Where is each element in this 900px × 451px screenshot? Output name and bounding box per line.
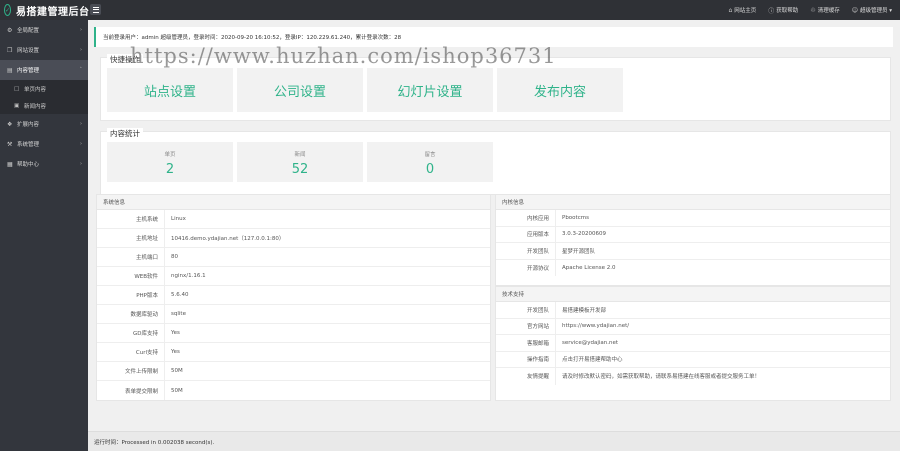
logo[interactable]: ✓ 易搭建管理后台 [0, 0, 90, 20]
login-info-bar: 当前登录用户：admin 超级管理员，登录时间：2020-09-20 16:10… [94, 27, 893, 47]
table-row: 客服邮箱 service@ydajian.net [496, 335, 890, 352]
sidebar-item-content[interactable]: ▤ 内容管理 ˄ [0, 60, 88, 80]
sidebar-item-help[interactable]: ▦ 帮助中心 › [0, 154, 88, 174]
stat-value: 52 [291, 162, 309, 177]
chevron-right-icon: › [80, 27, 82, 33]
table-row: GD库支持 Yes [97, 324, 490, 343]
sidebar-item-system[interactable]: ⚒ 系统管理 › [0, 134, 88, 154]
chevron-right-icon: › [80, 121, 82, 127]
stat-label: 留言 [424, 152, 436, 158]
home-icon: ⌂ [728, 6, 733, 14]
trash-icon: ♲ [810, 6, 816, 14]
publish-content-button[interactable]: 发布内容 [497, 68, 623, 112]
sidebar-subitem-single-page[interactable]: □ 单页内容 [0, 80, 88, 97]
table-row: 数据库驱动 sqlite [97, 305, 490, 324]
company-settings-button[interactable]: 公司设置 [237, 68, 363, 112]
user-menu[interactable]: ☺ 超级管理员 ▾ [851, 6, 892, 15]
content-stats-title: 内容统计 [107, 128, 143, 139]
list-icon: ▣ [14, 102, 20, 109]
support-email-link[interactable]: service@ydajian.net [556, 340, 618, 346]
help-center-link[interactable]: 点击打开易搭建帮助中心 [556, 355, 623, 363]
app-title: 易搭建管理后台 [16, 6, 90, 18]
sidebar-item-global-config[interactable]: ⚙ 全局配置 › [0, 20, 88, 40]
table-row: PHP版本 5.6.40 [97, 286, 490, 305]
chevron-right-icon: › [80, 47, 82, 53]
site-settings-button[interactable]: 站点设置 [107, 68, 233, 112]
top-links: ⌂ 网站主页 ⓘ 获取帮助 ♲ 清理缓存 ☺ 超级管理员 ▾ [728, 0, 892, 20]
clear-cache-link[interactable]: ♲ 清理缓存 [810, 6, 839, 15]
stat-messages[interactable]: 留言 0 [367, 142, 493, 182]
help-link[interactable]: ⓘ 获取帮助 [768, 6, 798, 15]
table-row: 表单提交限制 50M [97, 381, 490, 400]
chevron-right-icon: › [80, 141, 82, 147]
quick-actions-title: 快捷操作 [107, 54, 143, 65]
table-row: Curl支持 Yes [97, 343, 490, 362]
top-header: ✓ 易搭建管理后台 ⌂ 网站主页 ⓘ 获取帮助 ♲ 清理缓存 ☺ 超级管理员 ▾ [0, 0, 900, 20]
help-icon: ⓘ [768, 7, 775, 15]
sidebar: ⚙ 全局配置 › ❐ 网站设置 › ▤ 内容管理 ˄ □ 单页内容 ▣ 新闻内容… [0, 20, 88, 451]
site-icon: ❐ [7, 46, 13, 54]
table-row: 应用版本 3.0.3-20200609 [496, 226, 890, 243]
sidebar-subitem-news[interactable]: ▣ 新闻内容 [0, 97, 88, 114]
main-content: 当前登录用户：admin 超级管理员，登录时间：2020-09-20 16:10… [88, 20, 900, 431]
system-info-panel: 系统信息 主机系统 Linux 主机地址 10416.demo.ydajian.ne… [96, 194, 491, 401]
gear-icon: ⚙ [7, 26, 13, 34]
table-row: 开发团队 星梦开源团队 [496, 243, 890, 260]
table-row: 开源协议 Apache License 2.0 [496, 259, 890, 276]
tech-support-title: 技术支持 [496, 287, 890, 302]
table-row: 主机地址 10416.demo.ydajian.net（127.0.0.1:80） [97, 229, 490, 248]
official-site-link[interactable]: https://www.ydajian.net/ [556, 323, 629, 329]
kernel-info-panel: 内核信息 内核应用 Pbootcms 应用版本 3.0.3-20200609 开发团… [495, 194, 891, 286]
slideshow-settings-button[interactable]: 幻灯片设置 [367, 68, 493, 112]
stat-news[interactable]: 新闻 52 [237, 142, 363, 182]
tools-icon: ⚒ [7, 140, 13, 148]
content-stats-panel: 内容统计 单页 2 新闻 52 留言 0 [100, 128, 891, 195]
table-row: 官方网站 https://www.ydajian.net/ [496, 318, 890, 335]
chevron-right-icon: › [80, 161, 82, 167]
stat-label: 新闻 [294, 152, 306, 158]
table-row: 友情提醒 请及时修改默认密码，如需获取帮助，请联系易搭建在线客服或者提交服务工单！ [496, 368, 890, 385]
stat-single-page[interactable]: 单页 2 [107, 142, 233, 182]
table-row: 文件上传限制 50M [97, 362, 490, 381]
stat-label: 单页 [164, 152, 176, 158]
sidebar-item-extensions[interactable]: ❖ 扩展内容 › [0, 114, 88, 134]
table-row: 主机端口 80 [97, 248, 490, 267]
table-row: WEB软件 nginx/1.16.1 [97, 267, 490, 286]
table-row: 主机系统 Linux [97, 210, 490, 229]
table-row: 操作指南 点击打开易搭建帮助中心 [496, 351, 890, 368]
stat-value: 2 [165, 162, 175, 177]
home-link[interactable]: ⌂ 网站主页 [728, 6, 756, 15]
kernel-info-title: 内核信息 [496, 195, 890, 210]
puzzle-icon: ❖ [7, 120, 13, 128]
menu-toggle-button[interactable] [90, 4, 101, 15]
quick-actions-panel: 快捷操作 站点设置 公司设置 幻灯片设置 发布内容 [100, 54, 891, 121]
system-info-title: 系统信息 [97, 195, 490, 210]
folder-icon: ▤ [7, 66, 13, 74]
chevron-up-icon: ˄ [79, 67, 83, 73]
stat-value: 0 [425, 162, 435, 177]
book-icon: ▦ [7, 160, 13, 168]
footer-runtime: 运行时间：Processed in 0.002038 second(s). [88, 431, 900, 451]
sidebar-item-site-settings[interactable]: ❐ 网站设置 › [0, 40, 88, 60]
logo-icon: ✓ [4, 4, 12, 16]
table-row: 内核应用 Pbootcms [496, 210, 890, 227]
table-row: 开发团队 易搭建模板开发部 [496, 302, 890, 319]
tech-support-panel: 技术支持 开发团队 易搭建模板开发部 官方网站 https://www.ydajia… [495, 286, 891, 401]
page-icon: □ [14, 85, 20, 92]
user-icon: ☺ [851, 6, 858, 14]
